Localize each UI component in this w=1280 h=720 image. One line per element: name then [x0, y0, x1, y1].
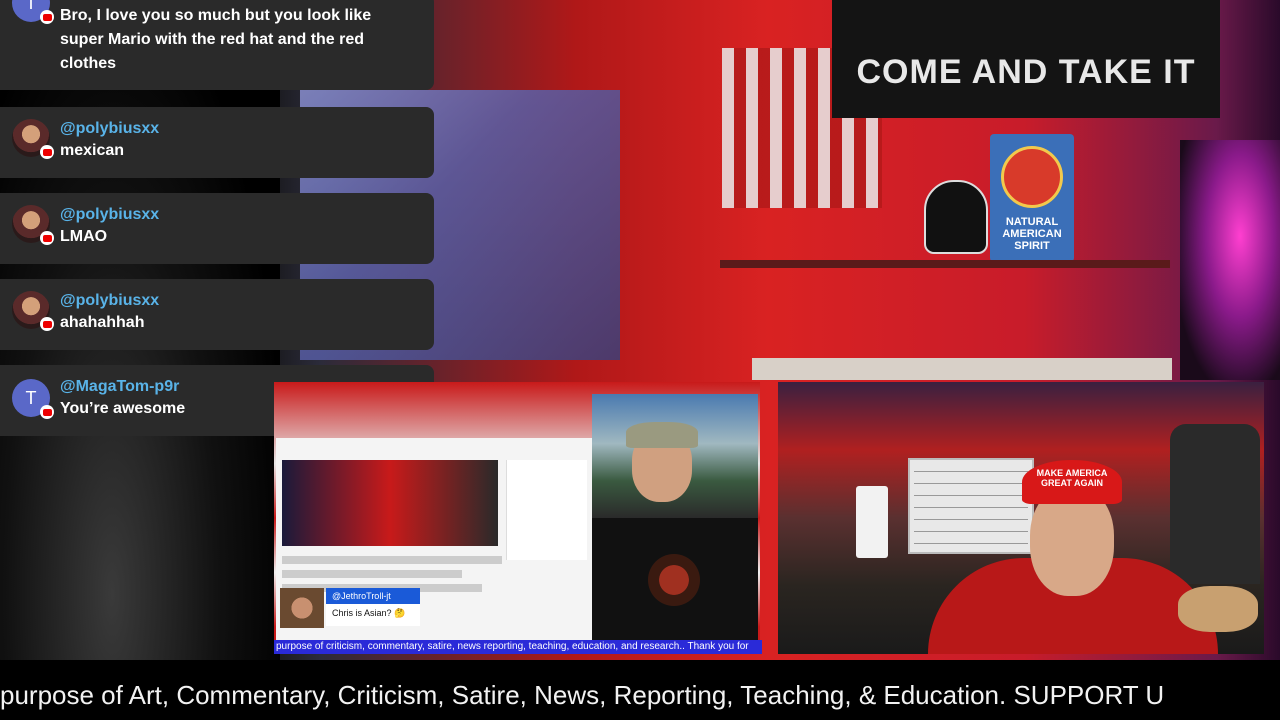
chat-username: @polybiusxx	[60, 120, 160, 137]
chat-message: @polybiusxx LMAO	[0, 193, 434, 264]
person-hat	[626, 422, 698, 448]
youtube-icon	[40, 231, 54, 245]
avatar	[12, 205, 54, 245]
chat-message: T Bro, I love you so much but you look l…	[0, 0, 434, 90]
super-chat-card: @JethroTroll-jt Chris is Asian? 🤔	[326, 588, 420, 626]
embedded-video	[282, 460, 498, 546]
avatar-letter: T	[25, 388, 37, 408]
chat-message-text: LMAO	[60, 228, 108, 245]
logo-panel	[592, 518, 758, 644]
embedded-chat	[506, 460, 587, 560]
avatar-letter: T	[25, 0, 37, 13]
super-chat-text: Chris is Asian? 🤔	[326, 604, 420, 626]
host-hat: MAKE AMERICA GREAT AGAIN	[1022, 460, 1122, 504]
come-and-take-it-flag: COME AND TAKE IT	[832, 0, 1220, 118]
super-chat-avatar	[280, 588, 324, 628]
american-spirit-sign: NATURAL AMERICAN SPIRIT	[990, 134, 1074, 262]
text-row	[282, 556, 502, 564]
chat-message: @polybiusxx mexican	[0, 107, 434, 178]
host-video-feed: MAKE AMERICA GREAT AGAIN	[778, 382, 1264, 654]
chat-username: @polybiusxx	[60, 292, 160, 309]
webcam-feed	[592, 394, 758, 518]
sign-text: NATURAL AMERICAN SPIRIT	[1002, 216, 1062, 252]
avatar: T	[12, 0, 54, 24]
channel-logo-icon	[648, 554, 700, 606]
dog	[1178, 586, 1258, 632]
tool-chest	[908, 458, 1034, 554]
super-chat-name: @JethroTroll-jt	[326, 588, 420, 604]
bucket	[856, 486, 888, 558]
chat-message-text: Bro, I love you so much but you look lik…	[60, 7, 372, 72]
gaming-chair	[1170, 424, 1260, 584]
youtube-icon	[40, 317, 54, 331]
chat-username: @MagaTom-p9r	[60, 378, 180, 395]
chat-message-text: mexican	[60, 142, 125, 159]
sign-logo	[1001, 146, 1063, 208]
youtube-icon	[40, 10, 54, 24]
avatar: T	[12, 379, 54, 419]
chat-username: @polybiusxx	[60, 206, 160, 223]
small-ticker: purpose of criticism, commentary, satire…	[274, 640, 762, 654]
text-row	[282, 570, 462, 578]
bottom-ticker: purpose of Art, Commentary, Criticism, S…	[0, 680, 1165, 710]
glass-shelf	[720, 260, 1170, 268]
pink-light	[1180, 140, 1280, 380]
chat-message-text: ahahahhah	[60, 314, 145, 331]
avatar	[12, 119, 54, 159]
chat-message: @polybiusxx ahahahhah	[0, 279, 434, 350]
youtube-icon	[40, 145, 54, 159]
youtube-icon	[40, 405, 54, 419]
skunk-figure	[924, 180, 988, 254]
avatar	[12, 291, 54, 331]
